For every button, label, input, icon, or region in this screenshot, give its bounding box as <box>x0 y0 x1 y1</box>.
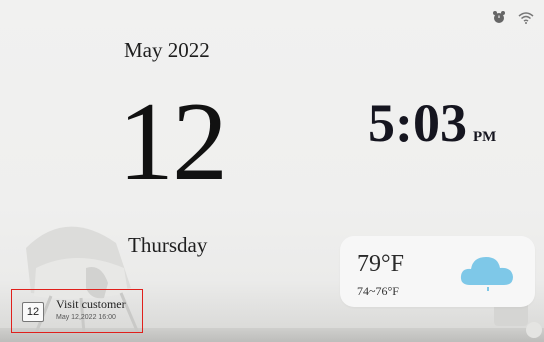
month-year-label: May 2022 <box>124 38 210 62</box>
status-bar <box>492 10 534 24</box>
event-reminder[interactable]: 12 Visit customer May 12,2022 16:00 <box>11 289 143 333</box>
weather-card[interactable]: 79°F 74~76°F <box>340 236 535 307</box>
event-datetime: May 12,2022 16:00 <box>56 314 116 321</box>
event-title: Visit customer <box>56 297 126 311</box>
clock-ampm: PM <box>472 129 497 145</box>
cloud-icon <box>460 257 513 291</box>
alarm-icon[interactable] <box>492 10 506 24</box>
day-number: 12 <box>118 80 228 204</box>
event-calendar-icon: 12 <box>22 302 44 322</box>
weekday-label: Thursday <box>128 233 208 257</box>
weather-temperature: 79°F <box>357 251 404 277</box>
clock-time: 5:03 <box>368 93 467 153</box>
clock[interactable]: 5:03 PM <box>368 96 496 150</box>
wifi-icon[interactable] <box>518 11 534 24</box>
weather-temperature-range: 74~76°F <box>357 284 399 298</box>
